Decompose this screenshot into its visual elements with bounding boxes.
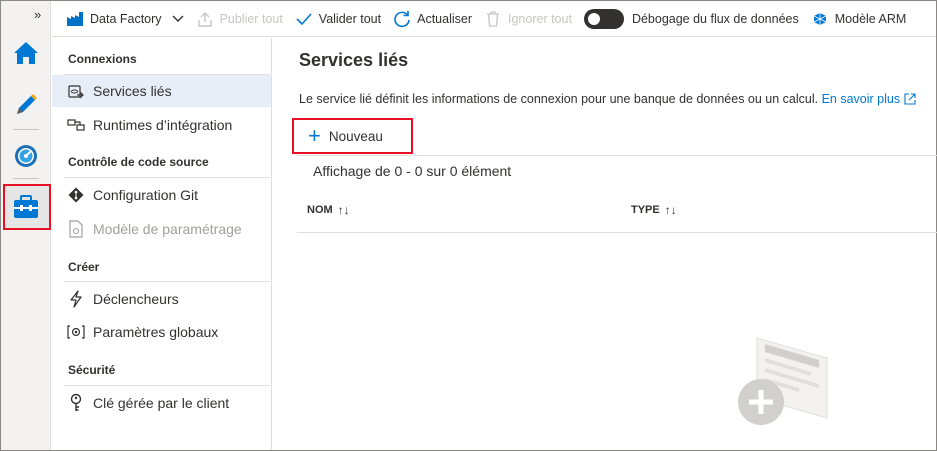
sidebar-item-label: Clé gérée par le client [93, 395, 230, 411]
section-title-security: Sécurité [68, 363, 116, 377]
new-linked-service-button[interactable]: + Nouveau [292, 118, 413, 154]
parameter-template-icon [66, 219, 86, 239]
validate-all-button[interactable]: Valider tout [295, 1, 381, 37]
global-params-icon [66, 322, 86, 342]
factory-icon [66, 10, 84, 28]
column-header-type[interactable]: TYPE ↑↓ [631, 203, 677, 217]
sidebar-item-label: Runtimes d’intégration [93, 117, 233, 133]
pencil-icon[interactable] [6, 85, 46, 125]
section-title-source-control: Contrôle de code source [68, 155, 209, 169]
sidebar-item-linked-services[interactable]: Services liés [52, 75, 271, 107]
new-button-label: Nouveau [328, 128, 383, 144]
sidebar-item-integration-runtimes[interactable]: Runtimes d’intégration [52, 109, 271, 141]
publish-icon [196, 10, 214, 28]
sidebar-item-label: Paramètres globaux [93, 324, 219, 340]
section-divider [64, 177, 270, 178]
factory-label: Data Factory [90, 11, 162, 26]
sidebar-item-parameterization-template[interactable]: Modèle de paramétrage [52, 213, 271, 245]
left-rail: » [1, 1, 51, 450]
page-title: Services liés [299, 50, 409, 70]
rail-divider [13, 129, 39, 130]
sidebar-item-label: Configuration Git [93, 187, 199, 203]
sort-icon: ↑↓ [337, 203, 350, 217]
publish-all-button[interactable]: Publier tout [196, 1, 283, 37]
table-header-divider [297, 232, 937, 233]
discard-all-label: Ignorer tout [508, 11, 572, 26]
trigger-icon [66, 289, 86, 309]
refresh-icon [393, 10, 411, 28]
publish-all-label: Publier tout [219, 11, 283, 26]
key-icon [66, 393, 86, 413]
page-description: Le service lié définit les informations … [299, 92, 916, 108]
refresh-label: Actualiser [417, 11, 472, 26]
external-link-icon[interactable] [904, 93, 916, 108]
expand-rail-icon[interactable]: » [34, 7, 41, 22]
rail-divider [13, 178, 39, 179]
sidebar-item-customer-managed-key[interactable]: Clé gérée par le client [52, 387, 271, 419]
column-header-label: TYPE [631, 204, 660, 216]
sidebar-item-label: Services liés [93, 83, 172, 99]
empty-state-illustration [729, 328, 849, 433]
column-header-label: NOM [307, 204, 333, 216]
debug-toggle-switch[interactable] [583, 8, 624, 29]
factory-selector[interactable]: Data Factory [66, 1, 184, 37]
arm-template-label: Modèle ARM [834, 11, 907, 26]
sort-icon: ↑↓ [664, 203, 677, 217]
section-title-author: Créer [68, 260, 100, 274]
sidebar-item-label: Déclencheurs [93, 291, 179, 307]
section-title-connections: Connexions [68, 52, 137, 66]
chevron-down-icon [172, 12, 184, 26]
learn-more-link[interactable]: En savoir plus [822, 92, 901, 106]
column-header-name[interactable]: NOM ↑↓ [307, 203, 350, 217]
arm-template-button[interactable]: Modèle ARM [811, 1, 907, 37]
top-toolbar: Data Factory Publier tout Valider tout A… [52, 1, 936, 37]
main-content: Services liés Le service lié définit les… [273, 38, 937, 450]
validate-all-label: Valider tout [318, 11, 382, 26]
trash-icon [484, 10, 502, 28]
checkmark-icon [295, 10, 313, 28]
manage-toolbox-icon[interactable] [6, 187, 46, 227]
monitor-icon[interactable] [6, 136, 46, 176]
results-count: Affichage de 0 - 0 sur 0 élément [313, 163, 512, 179]
plus-icon: + [308, 123, 321, 148]
description-text: Le service lié définit les informations … [299, 92, 822, 106]
sidebar-item-git-configuration[interactable]: Configuration Git [52, 179, 271, 211]
sidebar-item-label: Modèle de paramétrage [93, 221, 242, 237]
manage-sidenav: Connexions Services liés Runtimes d’inté… [52, 38, 272, 450]
git-icon [66, 185, 86, 205]
section-divider [64, 281, 270, 282]
debug-label: Débogage du flux de données [631, 11, 799, 26]
debug-toggle[interactable]: Débogage du flux de données [583, 1, 799, 37]
toolbar-divider [297, 155, 937, 156]
refresh-button[interactable]: Actualiser [393, 1, 472, 37]
home-icon[interactable] [6, 33, 46, 73]
arm-template-icon [811, 10, 829, 28]
sidebar-item-global-parameters[interactable]: Paramètres globaux [52, 316, 271, 348]
discard-all-button[interactable]: Ignorer tout [484, 1, 572, 37]
linked-services-icon [66, 81, 86, 101]
section-divider [64, 385, 270, 386]
sidebar-item-triggers[interactable]: Déclencheurs [52, 283, 271, 315]
integration-runtime-icon [66, 115, 86, 135]
